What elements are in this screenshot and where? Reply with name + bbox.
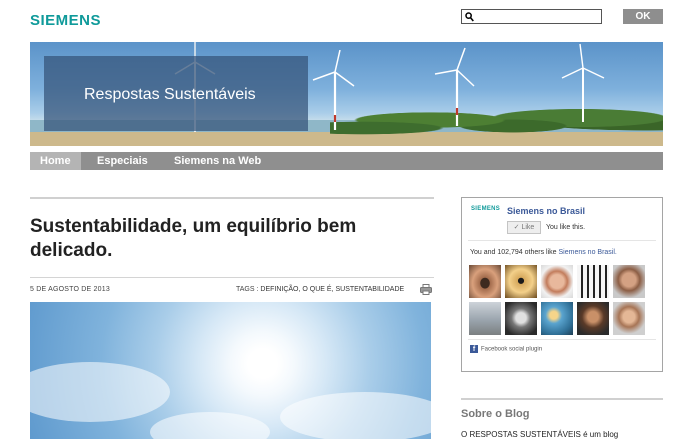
fan-avatar[interactable]	[505, 302, 537, 335]
fb-divider	[468, 240, 656, 241]
facebook-icon: f	[470, 345, 478, 353]
tag-link-o-que-e[interactable]: O QUE É,	[302, 286, 333, 293]
tag-link-definicao[interactable]: DEFINIÇÃO,	[260, 286, 300, 293]
nav-item-siemens-na-web[interactable]: Siemens na Web	[174, 152, 261, 170]
main-nav: Home Especiais Siemens na Web	[30, 152, 663, 170]
wind-turbine-image	[434, 47, 475, 126]
fan-avatar[interactable]	[541, 302, 573, 335]
sidebar-divider	[461, 398, 663, 400]
facebook-page-link[interactable]: Siemens no Brasil	[507, 206, 585, 216]
fan-avatar[interactable]	[577, 265, 609, 298]
search-ok-button[interactable]: OK	[623, 9, 663, 24]
banner-title-box: Respostas Sustentáveis	[44, 56, 308, 131]
post-title[interactable]: Sustentabilidade, um equilíbrio bem deli…	[30, 215, 434, 263]
nav-item-home[interactable]: Home	[30, 152, 81, 170]
print-icon[interactable]	[420, 284, 432, 295]
facebook-page-logo[interactable]: SIEMENS	[471, 206, 500, 212]
about-heading: Sobre o Blog	[461, 408, 530, 420]
banner-title: Respostas Sustentáveis	[84, 86, 256, 103]
like-count-text: You and 102,794 others like	[470, 249, 557, 256]
search-icon	[465, 12, 474, 22]
like-count: You and 102,794 others like Siemens no B…	[470, 249, 617, 256]
like-status: You like this.	[546, 224, 586, 231]
tag-link-sustentabilidade[interactable]: SUSTENTABILIDADE	[335, 286, 404, 293]
wind-turbine-image	[561, 43, 605, 122]
fan-avatar[interactable]	[541, 265, 573, 298]
fan-avatar[interactable]	[577, 302, 609, 335]
wind-turbine-image	[312, 50, 355, 130]
post-tags: TAGS : DEFINIÇÃO, O QUE É, SUSTENTABILID…	[236, 286, 404, 293]
fan-avatar[interactable]	[469, 302, 501, 335]
about-text: O RESPOSTAS SUSTENTÁVEIS é um blog	[461, 430, 619, 439]
post-meta-divider	[30, 277, 434, 278]
header-banner: Respostas Sustentáveis	[30, 42, 663, 146]
fb-divider	[468, 339, 656, 340]
nav-item-especiais[interactable]: Especiais	[97, 152, 148, 170]
banner-palm-trees	[330, 104, 663, 144]
content-divider	[30, 197, 434, 199]
like-label: Like	[521, 224, 535, 231]
facebook-plugin-credit[interactable]: f Facebook social plugin	[470, 345, 542, 353]
plugin-label: Facebook social plugin	[481, 346, 543, 353]
fan-avatar[interactable]	[505, 265, 537, 298]
like-count-page-link[interactable]: Siemens no Brasil.	[559, 249, 617, 256]
fan-avatar[interactable]	[613, 302, 645, 335]
facebook-like-box: SIEMENS Siemens no Brasil ✓ Like You lik…	[461, 197, 663, 372]
siemens-logo[interactable]: SIEMENS	[30, 12, 101, 29]
post-image	[30, 302, 431, 439]
tags-label: TAGS :	[236, 286, 259, 293]
fan-avatar[interactable]	[613, 265, 645, 298]
search-input[interactable]	[476, 10, 600, 23]
fan-avatar[interactable]	[469, 265, 501, 298]
post-date: 5 DE AGOSTO DE 2013	[30, 286, 110, 293]
search-box[interactable]	[461, 9, 602, 24]
facebook-like-button[interactable]: ✓ Like	[507, 221, 541, 234]
